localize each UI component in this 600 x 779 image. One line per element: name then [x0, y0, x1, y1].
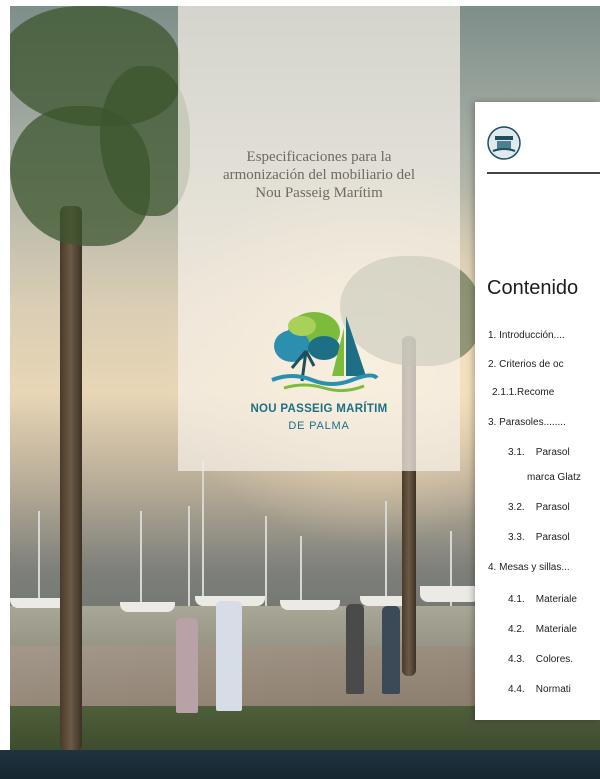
toc-entry[interactable]: marca Glatz [527, 472, 581, 483]
toc-entry[interactable]: 3.1. Parasol [508, 447, 570, 458]
nou-passeig-logo [271, 312, 379, 393]
boat-hull [120, 602, 175, 612]
toc-entry[interactable]: 3. Parasoles........ [488, 417, 566, 428]
pedestrian [382, 606, 400, 694]
toc-entry[interactable]: 4.2. Materiale [508, 624, 577, 635]
toc-entry[interactable]: 3.2. Parasol [508, 502, 570, 513]
pedestrian [346, 604, 364, 694]
header-rule [487, 172, 600, 174]
cover-title-line: Especificaciones para la [246, 149, 392, 165]
toc-entry[interactable]: 1. Introducción.... [488, 330, 565, 341]
toc-entry[interactable]: 4.3. Colores. [508, 654, 573, 665]
toc-entry[interactable]: 2.1.1.Recome [492, 387, 554, 398]
footer-band [0, 750, 600, 779]
boat-mast [188, 506, 190, 606]
boat-hull [280, 600, 340, 610]
pedestrian [216, 601, 242, 711]
boat-mast [385, 501, 387, 606]
boat-mast [140, 511, 142, 606]
toc-entry[interactable]: 2. Criterios de oc [488, 359, 564, 370]
toc-entry[interactable]: 4.1. Materiale [508, 594, 577, 605]
boat-mast [265, 516, 267, 606]
cover-title-line: Nou Passeig Marítim [255, 185, 383, 201]
palm-trunk [60, 206, 82, 750]
boat-mast [300, 536, 302, 606]
brand-name: NOU PASSEIG MARÍTIM [250, 403, 388, 415]
boat-mast [202, 461, 204, 611]
pedestrian [176, 618, 198, 713]
municipal-seal-icon [487, 126, 521, 160]
brand-city: DE PALMA [288, 420, 350, 432]
toc-entry[interactable]: 4.4. Normati [508, 684, 571, 695]
toc-entry[interactable]: 4. Mesas y sillas... [488, 562, 570, 573]
boat-hull [420, 586, 480, 602]
toc-entry[interactable]: 3.3. Parasol [508, 532, 570, 543]
toc-page: Contenido 1. Introducción.... 2. Criteri… [475, 102, 600, 720]
cover-title-line: armonización del mobiliario del [222, 167, 416, 183]
toc-title: Contenido [487, 277, 579, 299]
boat-mast [38, 511, 40, 606]
title-panel: Especificaciones para la armonización de… [178, 6, 460, 471]
cover-title: Especificaciones para la armonización de… [178, 148, 460, 202]
